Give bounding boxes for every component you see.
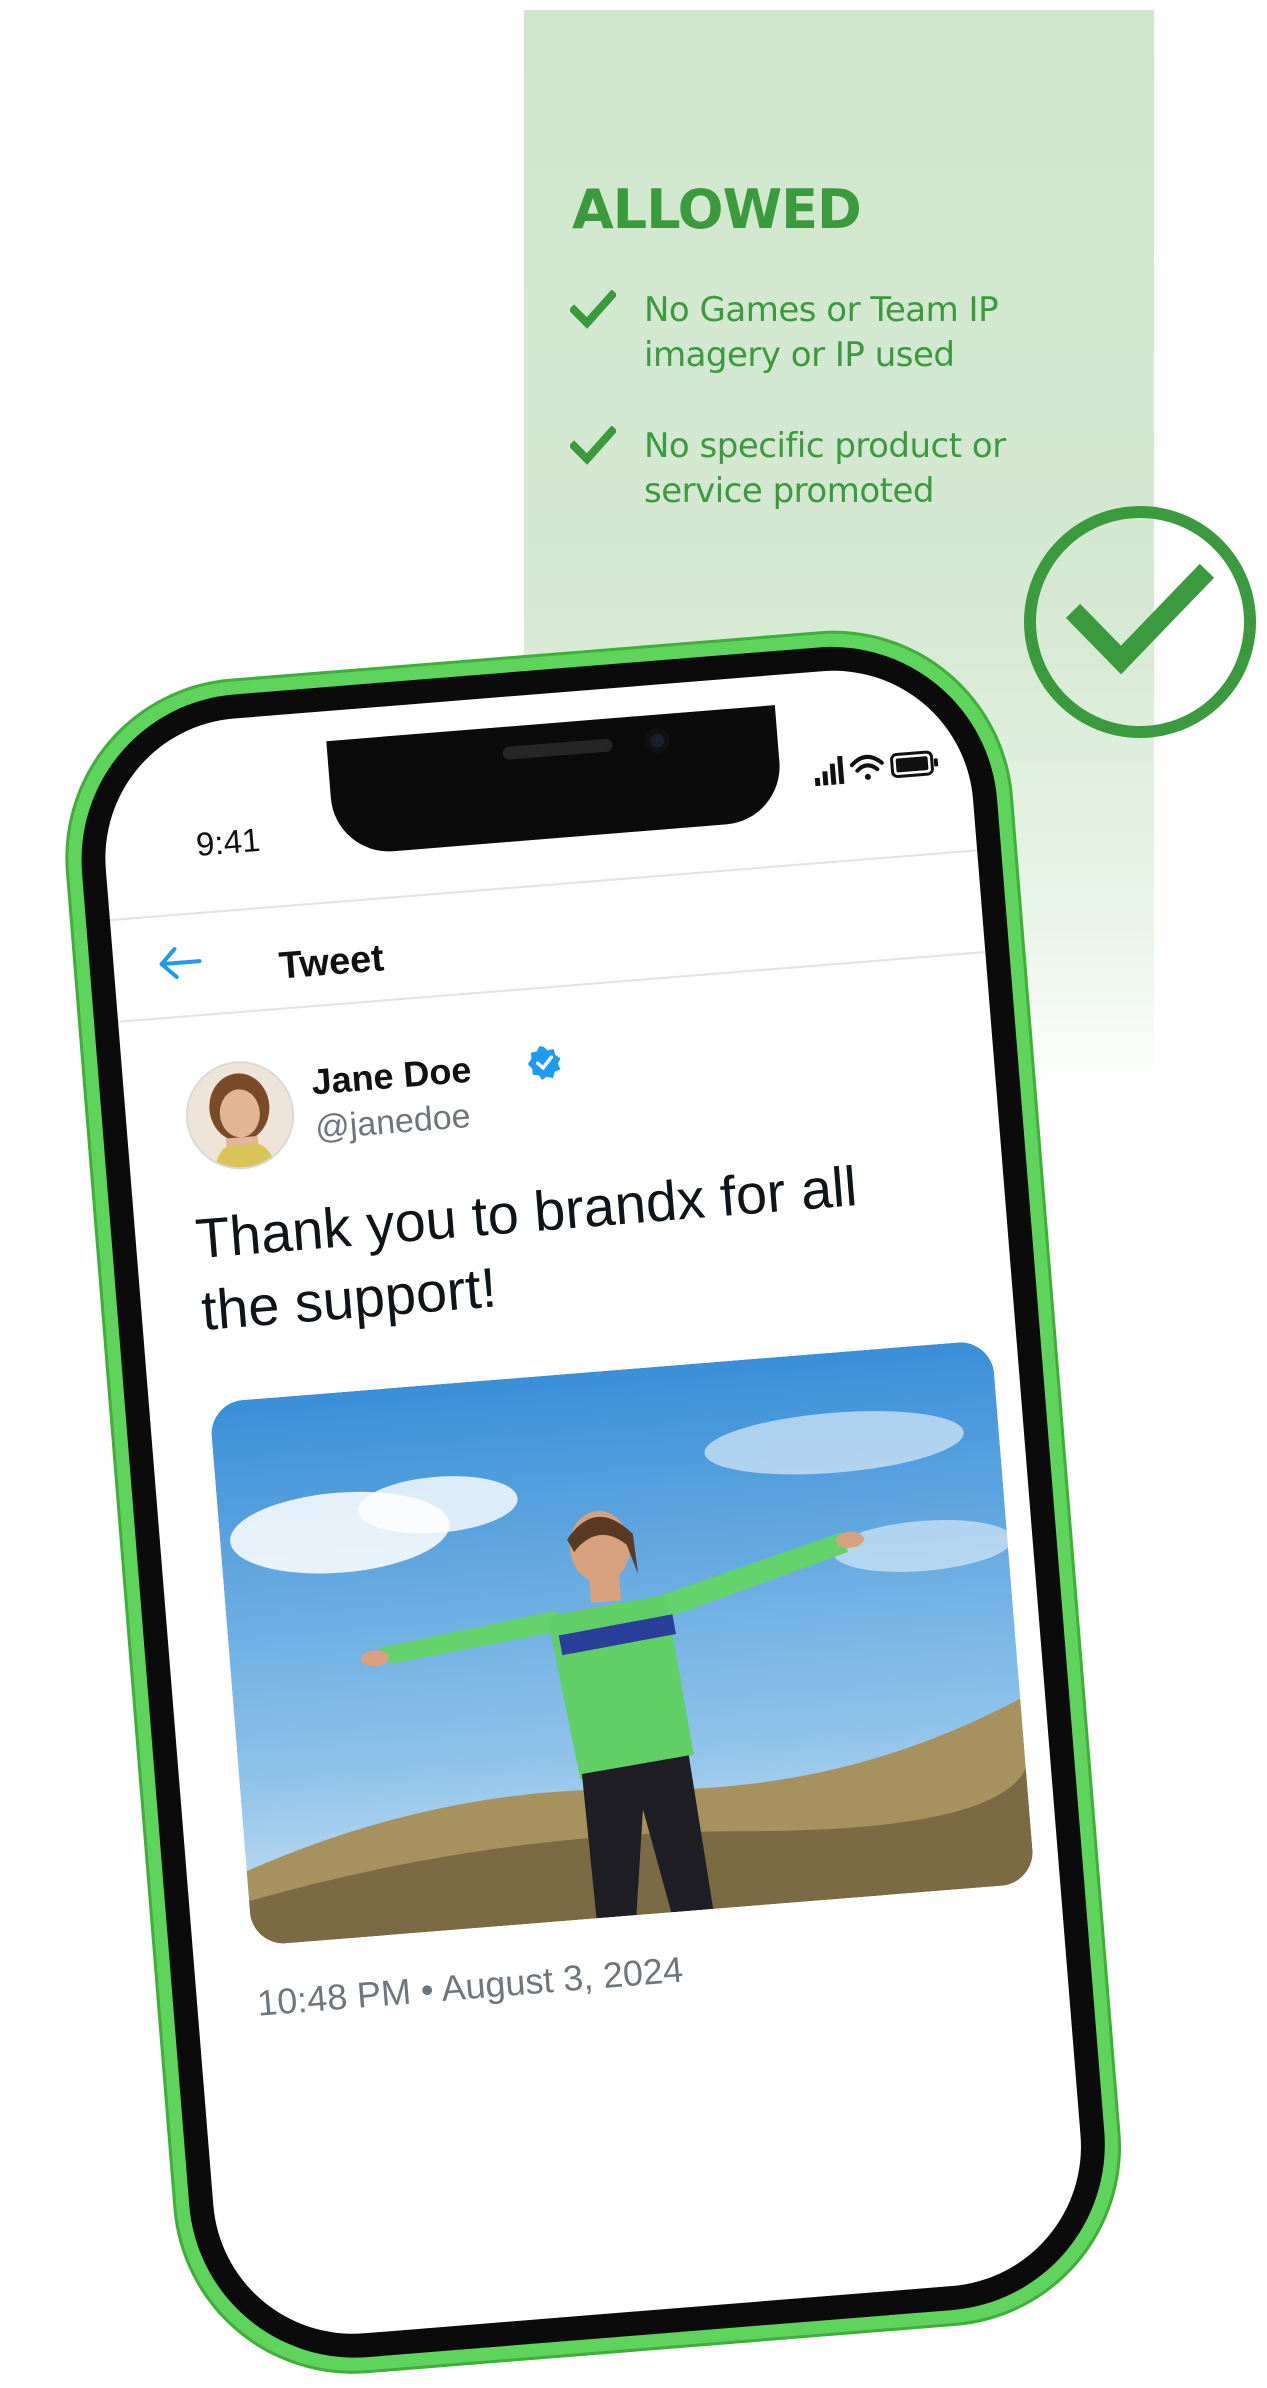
front-camera <box>644 727 671 754</box>
back-arrow-icon[interactable] <box>154 943 205 983</box>
phone-notch <box>326 705 785 856</box>
phone-mockup: 9:41 Tweet Jane Doe @janedoe Thank you t… <box>51 616 1135 2388</box>
tweet-text: Thank you to brandx for all the support! <box>193 1154 860 1342</box>
panel-title: ALLOWED <box>572 178 862 241</box>
rule-item: No Games or Team IP imagery or IP used <box>570 288 1110 378</box>
tweet-photo <box>208 1339 1036 1946</box>
author-name[interactable]: Jane Doe <box>310 1049 473 1104</box>
check-icon <box>570 426 616 465</box>
header-title: Tweet <box>277 937 386 988</box>
battery-icon <box>890 750 939 778</box>
speaker-grille <box>502 738 614 761</box>
tweet-header <box>109 849 986 1023</box>
signal-icon <box>814 755 845 787</box>
check-icon <box>570 290 616 329</box>
avatar[interactable] <box>181 1057 299 1174</box>
status-time: 9:41 <box>194 820 262 863</box>
circle-check-icon <box>1024 506 1256 738</box>
tweet-timestamp: 10:48 PM • August 3, 2024 <box>255 1948 685 2024</box>
rule-text: No specific product or service promoted <box>644 426 1006 511</box>
verified-badge-icon <box>527 1046 561 1080</box>
rule-text: No Games or Team IP imagery or IP used <box>644 290 999 375</box>
wifi-icon <box>849 754 884 780</box>
author-handle[interactable]: @janedoe <box>314 1097 472 1148</box>
tweet-image[interactable] <box>208 1339 1036 1946</box>
avatar-image <box>183 1059 297 1174</box>
phone-screen: 9:41 Tweet Jane Doe @janedoe Thank you t… <box>94 659 1092 2345</box>
status-icons <box>814 750 939 787</box>
